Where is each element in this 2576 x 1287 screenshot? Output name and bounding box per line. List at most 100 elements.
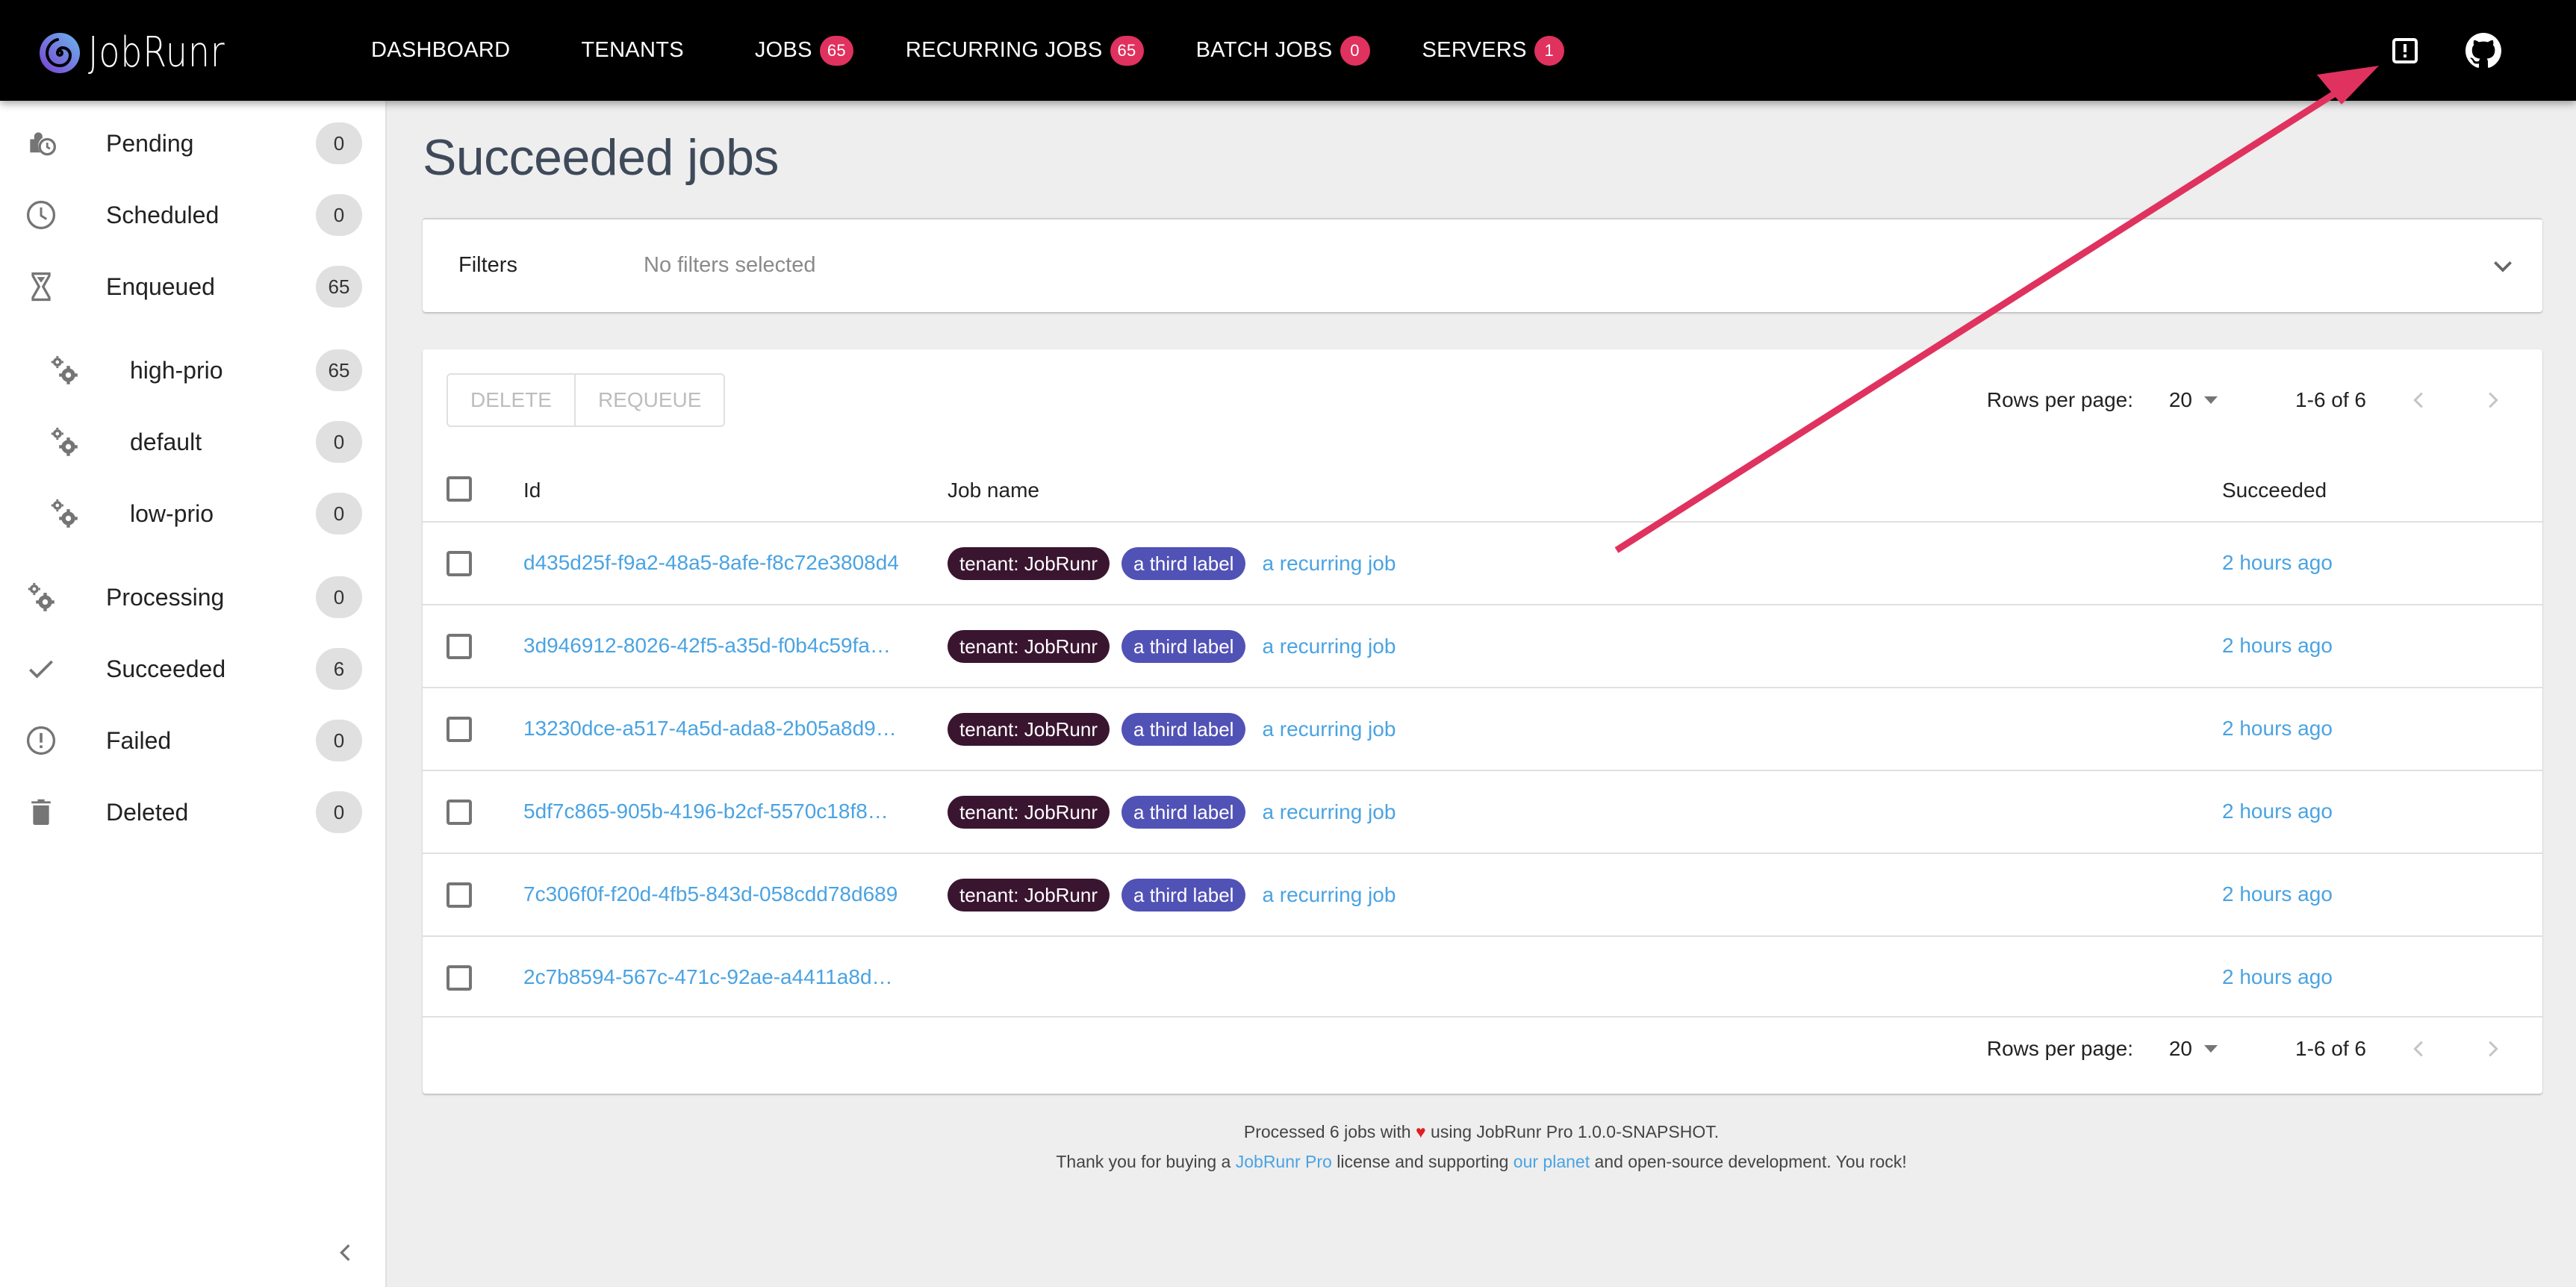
recurring-jobs-count-badge: 65 (1110, 35, 1144, 66)
table-row[interactable]: 13230dce-a517-4a5d-ada8-2b05a8d9… tenant:… (423, 688, 2542, 771)
job-name-link[interactable]: a recurring job (1262, 552, 1396, 576)
row-checkbox[interactable] (447, 634, 472, 659)
our-planet-link[interactable]: our planet (1513, 1152, 1590, 1171)
sidebar-count-badge: 6 (316, 648, 362, 690)
table-header: Id Job name Succeeded (423, 455, 2542, 523)
succeeded-time-link[interactable]: 2 hours ago (2222, 717, 2333, 741)
bulk-actions: Delete Requeue (447, 373, 726, 427)
job-label-chip: a third label (1121, 713, 1246, 746)
sidebar-item-succeeded[interactable]: Succeeded 6 (0, 633, 385, 705)
footer-text: using JobRunr Pro 1.0.0-SNAPSHOT. (1425, 1122, 1720, 1141)
next-page-chevron-right-icon[interactable] (2481, 389, 2504, 411)
servers-count-badge: 1 (1534, 35, 1564, 66)
column-header-job-name[interactable]: Job name (948, 479, 1039, 502)
job-name-cell: tenant: JobRunr a third label a recurring … (948, 630, 1396, 663)
job-id-link[interactable]: 13230dce-a517-4a5d-ada8-2b05a8d9… (523, 717, 897, 741)
requeue-button[interactable]: Requeue (573, 375, 724, 426)
pagination-range: 1-6 of 6 (2295, 388, 2366, 411)
pagination-top: Rows per page: 20 1-6 of 6 (1646, 373, 2542, 427)
job-label-chip: a third label (1121, 796, 1246, 829)
nav-label: Jobs (754, 38, 812, 62)
sidebar-label: Deleted (106, 798, 189, 826)
job-name-cell: tenant: JobRunr a third label a recurring … (948, 796, 1396, 829)
row-checkbox[interactable] (447, 717, 472, 742)
rows-per-page-label: Rows per page: (1986, 388, 2133, 411)
job-label-chip: a third label (1121, 879, 1246, 912)
next-page-chevron-right-icon[interactable] (2481, 1038, 2504, 1060)
sidebar-count-badge: 65 (316, 349, 362, 391)
sidebar-label: high-prio (130, 356, 223, 384)
gears-icon (28, 582, 55, 611)
sidebar: Pending 0 Scheduled 0 Enqueued 65 high-p… (0, 101, 387, 1287)
job-name-link[interactable]: a recurring job (1262, 717, 1396, 741)
tenant-label-chip: tenant: JobRunr (948, 879, 1110, 912)
previous-page-chevron-left-icon[interactable] (2408, 1038, 2430, 1060)
column-header-succeeded[interactable]: Succeeded (2222, 479, 2327, 502)
github-icon[interactable] (2465, 33, 2501, 69)
sidebar-item-deleted[interactable]: Deleted 0 (0, 776, 385, 848)
job-id-link[interactable]: 3d946912-8026-42f5-a35d-f0b4c59fa… (523, 634, 891, 658)
rows-per-page-select[interactable]: 20 (2169, 388, 2218, 412)
sidebar-count-badge: 0 (316, 791, 362, 833)
tenant-label-chip: tenant: JobRunr (948, 547, 1110, 580)
sidebar-item-enqueued[interactable]: Enqueued 65 (0, 251, 385, 322)
batch-jobs-count-badge: 0 (1340, 35, 1370, 66)
sidebar-label: low-prio (130, 499, 214, 527)
column-header-id[interactable]: Id (523, 479, 541, 502)
table-row[interactable]: 2c7b8594-567c-471c-92ae-a4411a8d… 2 hours… (423, 937, 2542, 1018)
row-checkbox[interactable] (447, 551, 472, 576)
job-id-link[interactable]: 5df7c865-905b-4196-b2cf-5570c18f8… (523, 800, 889, 823)
job-name-cell: tenant: JobRunr a third label a recurring … (948, 547, 1396, 580)
sidebar-item-scheduled[interactable]: Scheduled 0 (0, 179, 385, 251)
job-name-link[interactable]: a recurring job (1262, 883, 1396, 907)
table-row[interactable]: d435d25f-f9a2-48a5-8afe-f8c72e3808d4 tena… (423, 523, 2542, 605)
footer-text: Thank you for buying a (1056, 1152, 1236, 1171)
table-row[interactable]: 3d946912-8026-42f5-a35d-f0b4c59fa… tenant… (423, 605, 2542, 688)
report-problem-icon[interactable] (2392, 37, 2418, 64)
jobrunr-logo[interactable]: JobRunr (39, 28, 255, 77)
collapse-sidebar-chevron-left-icon[interactable] (335, 1241, 357, 1264)
sidebar-item-pending[interactable]: Pending 0 (0, 107, 385, 179)
nav-jobs[interactable]: Jobs 65 (754, 35, 853, 66)
filters-panel[interactable]: Filters No filters selected (423, 218, 2542, 312)
sidebar-item-failed[interactable]: Failed 0 (0, 705, 385, 776)
delete-button[interactable]: Delete (448, 375, 574, 426)
table-row[interactable]: 7c306f0f-f20d-4fb5-843d-058cdd78d689 tena… (423, 854, 2542, 937)
nav-label: Batch Jobs (1195, 38, 1333, 62)
succeeded-time-link[interactable]: 2 hours ago (2222, 965, 2333, 989)
job-id-link[interactable]: d435d25f-f9a2-48a5-8afe-f8c72e3808d4 (523, 551, 899, 575)
sidebar-item-queue-default[interactable]: default 0 (0, 406, 385, 478)
job-name-link[interactable]: a recurring job (1262, 800, 1396, 824)
row-checkbox[interactable] (447, 800, 472, 825)
nav-servers[interactable]: Servers 1 (1422, 35, 1564, 66)
footer-thanks: Thank you for buying a JobRunr Pro licen… (387, 1152, 2576, 1172)
sidebar-count-badge: 0 (316, 194, 362, 236)
check-icon (29, 660, 53, 679)
nav-tenants[interactable]: Tenants (581, 38, 683, 63)
sidebar-item-processing[interactable]: Processing 0 (0, 561, 385, 633)
nav-recurring-jobs[interactable]: Recurring Jobs 65 (906, 35, 1144, 66)
row-checkbox[interactable] (447, 882, 472, 908)
sidebar-item-queue-high-prio[interactable]: high-prio 65 (0, 334, 385, 406)
sidebar-item-queue-low-prio[interactable]: low-prio 0 (0, 478, 385, 549)
succeeded-time-link[interactable]: 2 hours ago (2222, 800, 2333, 823)
trash-icon (31, 799, 51, 826)
nav-label: Servers (1422, 38, 1527, 62)
succeeded-time-link[interactable]: 2 hours ago (2222, 551, 2333, 575)
nav-batch-jobs[interactable]: Batch Jobs 0 (1195, 35, 1370, 66)
rows-per-page-select[interactable]: 20 (2169, 1037, 2218, 1061)
previous-page-chevron-left-icon[interactable] (2408, 389, 2430, 411)
succeeded-time-link[interactable]: 2 hours ago (2222, 634, 2333, 658)
succeeded-time-link[interactable]: 2 hours ago (2222, 882, 2333, 906)
select-all-checkbox[interactable] (447, 476, 472, 502)
nav-dashboard[interactable]: Dashboard (371, 38, 510, 63)
row-checkbox[interactable] (447, 965, 472, 991)
jobrunr-pro-link[interactable]: JobRunr Pro (1236, 1152, 1332, 1171)
job-id-link[interactable]: 2c7b8594-567c-471c-92ae-a4411a8d… (523, 965, 893, 989)
job-id-link[interactable]: 7c306f0f-f20d-4fb5-843d-058cdd78d689 (523, 882, 897, 906)
heart-icon: ♥ (1416, 1122, 1426, 1141)
chevron-down-icon[interactable] (2490, 254, 2516, 279)
table-row[interactable]: 5df7c865-905b-4196-b2cf-5570c18f8… tenant… (423, 771, 2542, 854)
footer-text: and open-source development. You rock! (1590, 1152, 1907, 1171)
job-name-link[interactable]: a recurring job (1262, 635, 1396, 658)
